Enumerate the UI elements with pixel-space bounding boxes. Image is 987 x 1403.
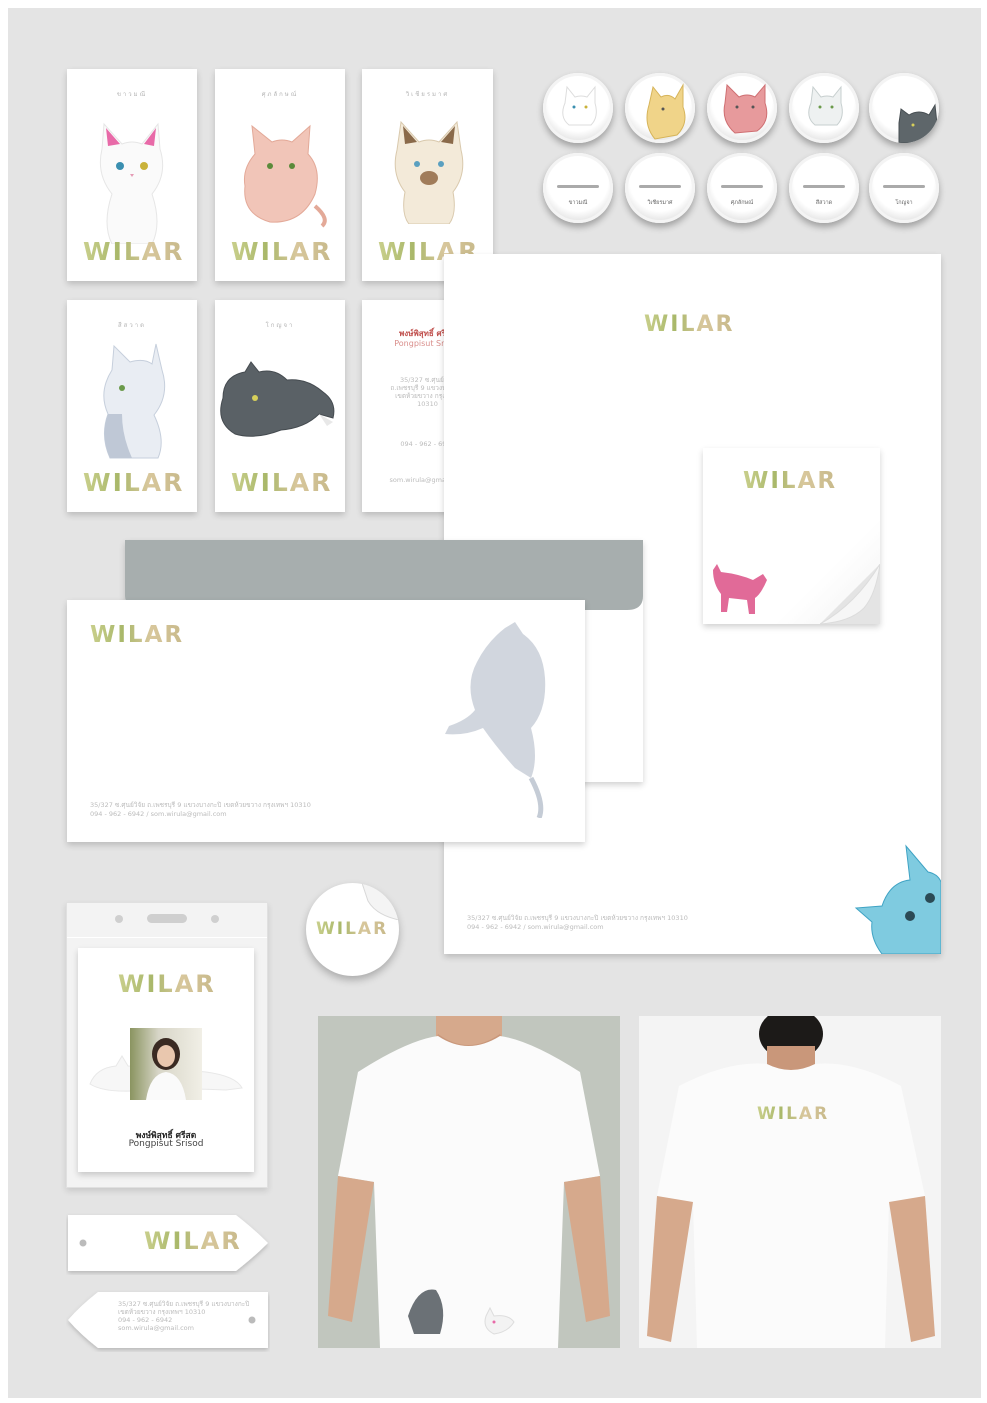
round-sticker: WILAR	[306, 883, 399, 976]
grey-cat-badge-icon	[808, 85, 843, 126]
sticky-note: WILAR	[703, 448, 880, 624]
business-card-wichienmaat: วิเชียรมาศ WILAR	[362, 69, 493, 281]
tshirt-back-photo: WILAR	[639, 1016, 941, 1348]
tag-line: เขตห้วยขวาง กรุงเทพฯ 10310	[118, 1308, 206, 1316]
card-label: โกญจา	[265, 322, 295, 329]
card-label: สีสวาด	[118, 322, 146, 329]
tag-line: 094 - 962 - 6942	[118, 1316, 173, 1324]
pink-cat-illustration	[244, 124, 327, 228]
card-logo: WILAR	[83, 468, 185, 497]
card-logo: WILAR	[83, 237, 185, 266]
badge-label: โกญจา	[895, 200, 913, 206]
siamese-cat-illustration	[394, 120, 464, 224]
card-logo: WILAR	[231, 237, 333, 266]
badge-label: วิเชียรมาศ	[647, 200, 673, 206]
badge-back: ขาวมณี	[543, 153, 613, 223]
pin-clasp	[883, 185, 925, 188]
tshirt-back-logo: WILAR	[757, 1104, 830, 1124]
grey-cat-rolling-illustration	[445, 622, 546, 818]
envelope-address: 35/327 ซ.ศุนย์วิจัย ถ.เพชรบุรี 9 แขวงบาง…	[90, 801, 311, 809]
yellow-cat-badge-icon	[646, 83, 686, 140]
pin-clasp	[639, 185, 681, 188]
badge-front	[789, 73, 859, 143]
sticky-note-logo: WILAR	[743, 468, 838, 494]
envelope-phone-email: 094 - 962 - 6942 / som.wirula@gmail.com	[90, 810, 227, 818]
badge-front	[543, 73, 613, 143]
holder-hole	[115, 915, 123, 923]
id-card-logo: WILAR	[118, 970, 216, 998]
tshirt-front-figure	[328, 1016, 610, 1348]
hang-tag-logo: WILAR	[144, 1227, 242, 1255]
dark-grey-cat-illustration	[220, 361, 335, 437]
red-cat-badge-icon	[723, 83, 768, 134]
badge-front	[707, 73, 777, 143]
badge-back: วิเชียรมาศ	[625, 153, 695, 223]
pin-clasp	[557, 185, 599, 188]
holder-hole	[211, 915, 219, 923]
blue-cat-peeking-illustration	[854, 844, 941, 954]
white-cat-badge-icon	[562, 85, 597, 126]
pink-cat-walking-illustration	[713, 564, 767, 614]
badge-front	[869, 73, 939, 143]
badge-label: ขาวมณี	[568, 200, 588, 206]
letterhead-logo: WILAR	[644, 312, 735, 337]
id-card: WILAR พงษ์พิสุทธิ์ ศรีสด Pongpisut Sriso…	[78, 948, 254, 1172]
envelope-logo: WILAR	[90, 622, 185, 648]
card-label: ศุภลักษณ์	[261, 91, 299, 98]
dark-cat-badge-icon	[898, 103, 939, 143]
badge-label: ศุภลักษณ์	[730, 200, 754, 206]
card-label: วิเชียรมาศ	[405, 91, 450, 98]
business-card-suphalak: ศุภลักษณ์ WILAR	[215, 69, 345, 281]
business-card-konja: โกญจา WILAR	[215, 300, 345, 512]
grey-white-cat-illustration	[103, 343, 166, 459]
business-card-khaomanee: ขาวมณี WILAR	[67, 69, 197, 281]
badge-back: ศุภลักษณ์	[707, 153, 777, 223]
profile-photo	[130, 1028, 202, 1100]
business-card-seesawat: สีสวาด WILAR	[67, 300, 197, 512]
letterhead-address: 35/327 ซ.ศุนย์วิจัย ถ.เพชรบุรี 9 แขวงบาง…	[467, 914, 688, 922]
sticker-peel-icon	[362, 883, 399, 920]
badge-back: สีสวาด	[789, 153, 859, 223]
tshirt-front-photo	[318, 1016, 620, 1348]
badge-front	[625, 73, 695, 143]
card-label: ขาวมณี	[116, 91, 148, 98]
tag-line: 35/327 ซ.ศุนย์วิจัย ถ.เพชรบุรี 9 แขวงบาง…	[118, 1300, 250, 1308]
hang-tag-address: 35/327 ซ.ศุนย์วิจัย ถ.เพชรบุรี 9 แขวงบาง…	[118, 1300, 249, 1332]
holder-slot	[147, 914, 187, 923]
tshirt-back-figure	[647, 1016, 935, 1348]
card-logo: WILAR	[231, 468, 333, 497]
envelope-front: WILAR 35/327 ซ.ศุนย์วิจัย ถ.เพชรบุรี 9 แ…	[67, 600, 585, 842]
pin-clasp	[803, 185, 845, 188]
sticker-logo: WILAR	[316, 919, 389, 939]
badge-label: สีสวาด	[815, 200, 833, 206]
badge-back: โกญจา	[869, 153, 939, 223]
letterhead-phone-email: 094 - 962 - 6942 / som.wirula@gmail.com	[467, 923, 604, 931]
white-cat-illustration	[99, 122, 164, 244]
pin-clasp	[721, 185, 763, 188]
holder-divider	[67, 937, 267, 938]
tag-line: som.wirula@gmail.com	[118, 1324, 194, 1332]
id-card-name-english: Pongpisut Srisod	[128, 1139, 204, 1149]
peeled-corner-icon	[820, 564, 880, 624]
